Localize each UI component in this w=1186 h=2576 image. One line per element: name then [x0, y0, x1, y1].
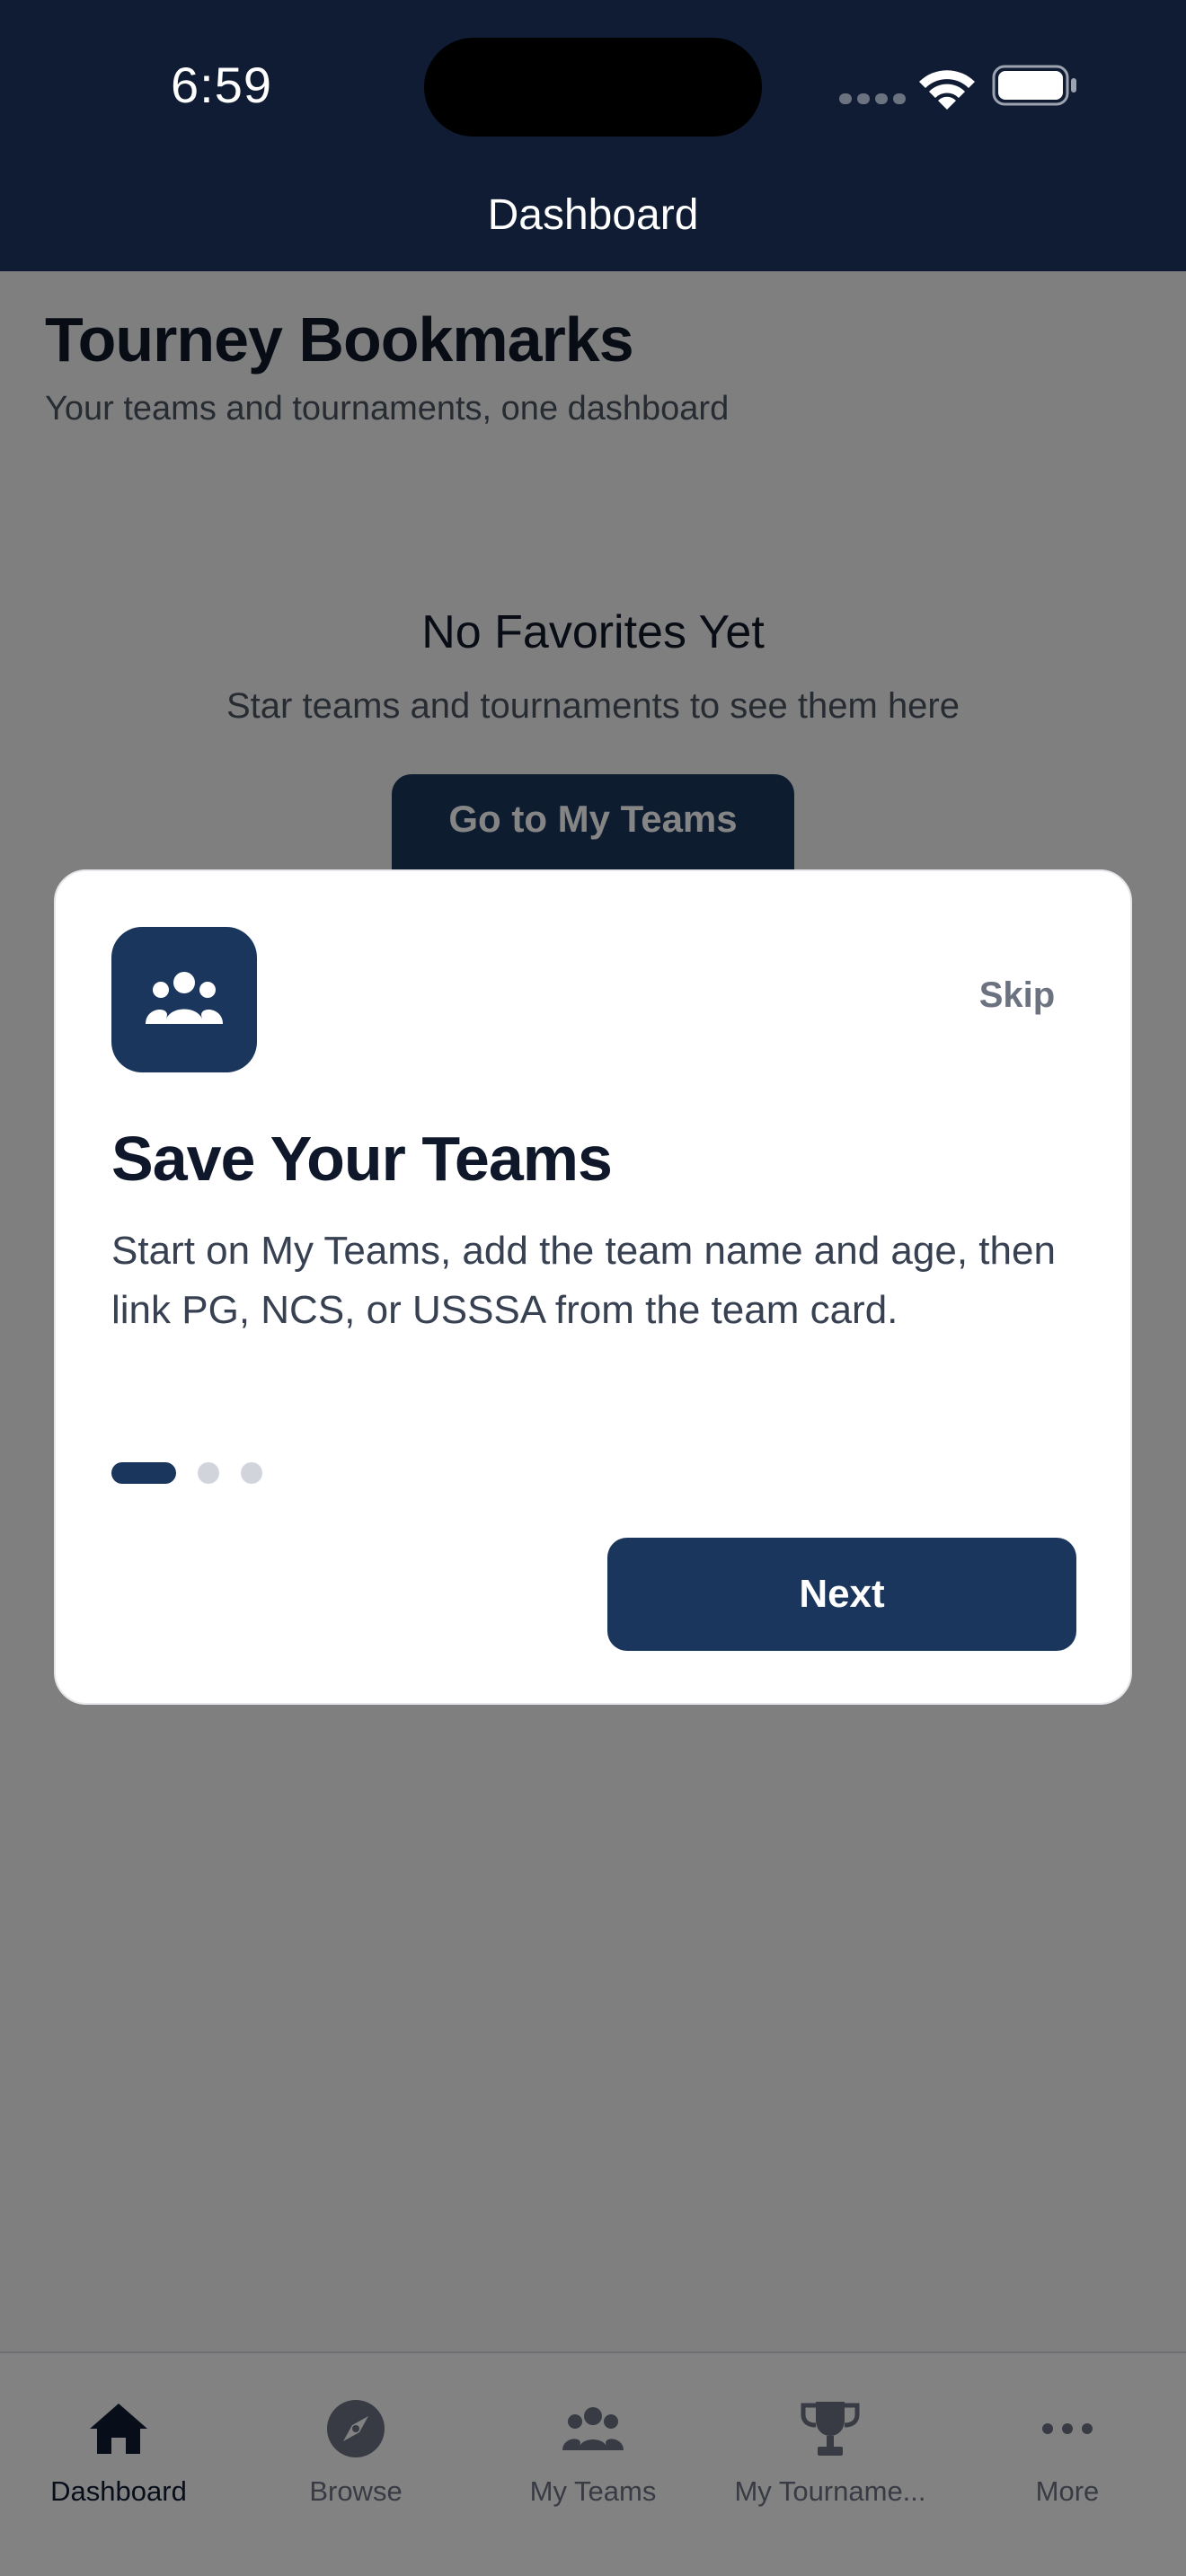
step-dot [241, 1462, 262, 1484]
dynamic-island [424, 38, 762, 137]
step-dot-active [111, 1462, 176, 1484]
status-and-nav-bar: 6:59 Dashboard [0, 0, 1186, 271]
status-time: 6:59 [171, 57, 272, 113]
onboarding-title: Save Your Teams [111, 1124, 613, 1194]
skip-button[interactable]: Skip [954, 968, 1080, 1022]
onboarding-icon-tile [111, 927, 257, 1072]
step-dot [198, 1462, 219, 1484]
team-group-icon [146, 972, 223, 1024]
onboarding-body: Start on My Teams, add the team name and… [111, 1229, 1056, 1332]
onboarding-modal: Skip Save Your Teams Start on My Teams, … [54, 869, 1132, 1705]
next-button[interactable]: Next [607, 1538, 1076, 1651]
nav-title: Dashboard [487, 191, 699, 239]
battery-icon [992, 65, 1076, 106]
wifi-icon [919, 70, 975, 110]
